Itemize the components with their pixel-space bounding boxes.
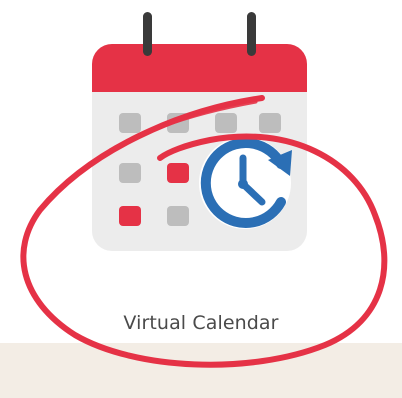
day-cell-highlighted: [167, 163, 189, 183]
day-cell: [215, 113, 237, 133]
day-cell: [167, 206, 189, 226]
day-cell: [119, 163, 141, 183]
day-cell-highlighted: [119, 206, 141, 226]
day-cell: [259, 113, 281, 133]
stage: Virtual Calendar: [0, 0, 402, 398]
tile-artwork: [20, 12, 388, 368]
calendar-clock-icon[interactable]: [92, 12, 307, 251]
calendar-header: [92, 44, 307, 92]
day-cell: [119, 113, 141, 133]
calendar-ring-right: [247, 12, 256, 56]
tile-label[interactable]: Virtual Calendar: [0, 312, 402, 334]
calendar-ring-left: [143, 12, 152, 56]
